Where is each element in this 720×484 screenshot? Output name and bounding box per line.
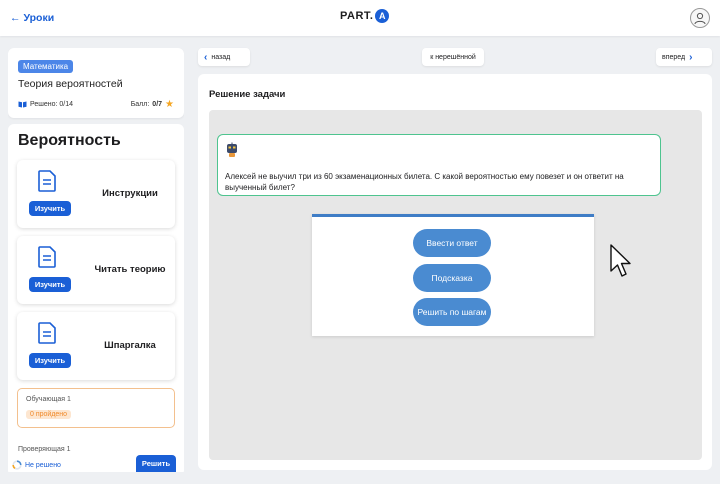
- practice-label: Обучающая 1: [26, 396, 71, 403]
- robot-icon: [227, 142, 237, 157]
- sidebar: Математика Теория вероятностей Решено: 0…: [8, 48, 184, 472]
- mouse-cursor-icon: [610, 244, 631, 277]
- nav-to-unsolved-button[interactable]: к нерешённой: [422, 48, 484, 66]
- arrow-left-icon: ←: [10, 12, 21, 24]
- action-card: Ввести ответ Подсказка Решить по шагам: [312, 214, 594, 336]
- star-icon: ★: [165, 99, 174, 110]
- unsolved-label: Не решено: [25, 461, 61, 469]
- resource-card-cheatsheet[interactable]: Изучить Шпаргалка: [17, 312, 175, 380]
- study-button[interactable]: Изучить: [29, 201, 71, 216]
- back-to-lessons-label: Уроки: [23, 12, 55, 24]
- solve-button[interactable]: Решить: [136, 455, 176, 472]
- back-to-lessons-link[interactable]: ← Уроки: [10, 12, 54, 24]
- subject-tag: Математика: [18, 60, 74, 73]
- nav-forward-label: вперед: [662, 53, 686, 61]
- logo-badge: A: [375, 9, 390, 23]
- resource-label: Шпаргалка: [104, 340, 156, 351]
- topic-stats: Решено: 0/14 Балл: 0/7 ★: [18, 99, 174, 110]
- practice-card[interactable]: Обучающая 1 0 пройдено: [17, 388, 175, 428]
- page-title: Решение задачи: [209, 89, 286, 100]
- resource-card-theory[interactable]: Изучить Читать теорию: [17, 236, 175, 304]
- practice-progress-badge: 0 пройдено: [26, 410, 72, 419]
- logo[interactable]: PART. A: [340, 9, 390, 23]
- task-text: Алексей не выучил три из 60 экзаменацион…: [225, 172, 624, 192]
- document-icon: [38, 322, 56, 344]
- section-title: Вероятность: [18, 132, 121, 149]
- user-avatar-icon[interactable]: [689, 8, 710, 28]
- main-panel: Решение задачи Алексей не выучил три из …: [198, 74, 712, 470]
- score-label: Балл:: [130, 101, 150, 108]
- nav-forward-button[interactable]: вперед ›: [656, 48, 712, 66]
- unsolved-status: Не решено: [12, 460, 61, 470]
- resource-label: Инструкции: [102, 188, 158, 199]
- topic-title: Теория вероятностей: [18, 78, 123, 90]
- solved-counter: Решено: 0/14: [18, 101, 73, 108]
- section-panel: Вероятность Изучить Инструкции Изучить Ч…: [8, 124, 184, 472]
- study-button[interactable]: Изучить: [29, 277, 71, 292]
- score: Балл: 0/7 ★: [131, 99, 174, 110]
- chevron-left-icon: ‹: [204, 51, 208, 63]
- solved-label: Решено: 0/14: [30, 101, 74, 108]
- loading-circle-icon: [12, 460, 22, 470]
- logo-text: PART.: [340, 10, 374, 22]
- nav-back-label: назад: [211, 53, 231, 61]
- nav-back-button[interactable]: ‹ назад: [198, 48, 250, 66]
- document-icon: [38, 246, 56, 268]
- solve-step-by-step-button[interactable]: Решить по шагам: [413, 298, 491, 326]
- study-button[interactable]: Изучить: [29, 353, 71, 368]
- document-icon: [38, 170, 56, 192]
- resource-card-instructions[interactable]: Изучить Инструкции: [17, 160, 175, 228]
- topic-card: Математика Теория вероятностей Решено: 0…: [8, 48, 184, 118]
- work-area: Алексей не выучил три из 60 экзаменацион…: [209, 110, 702, 460]
- score-value: 0/7: [152, 101, 163, 108]
- task-navigation: ‹ назад к нерешённой вперед ›: [198, 48, 712, 66]
- chevron-right-icon: ›: [689, 51, 693, 63]
- hint-button[interactable]: Подсказка: [413, 264, 491, 292]
- book-icon: [18, 101, 27, 108]
- resource-label: Читать теорию: [94, 264, 166, 275]
- check-exercise-label: Проверяющая 1: [18, 446, 71, 453]
- nav-to-unsolved-label: к нерешённой: [430, 53, 476, 61]
- enter-answer-button[interactable]: Ввести ответ: [413, 229, 491, 257]
- task-box: Алексей не выучил три из 60 экзаменацион…: [217, 134, 661, 196]
